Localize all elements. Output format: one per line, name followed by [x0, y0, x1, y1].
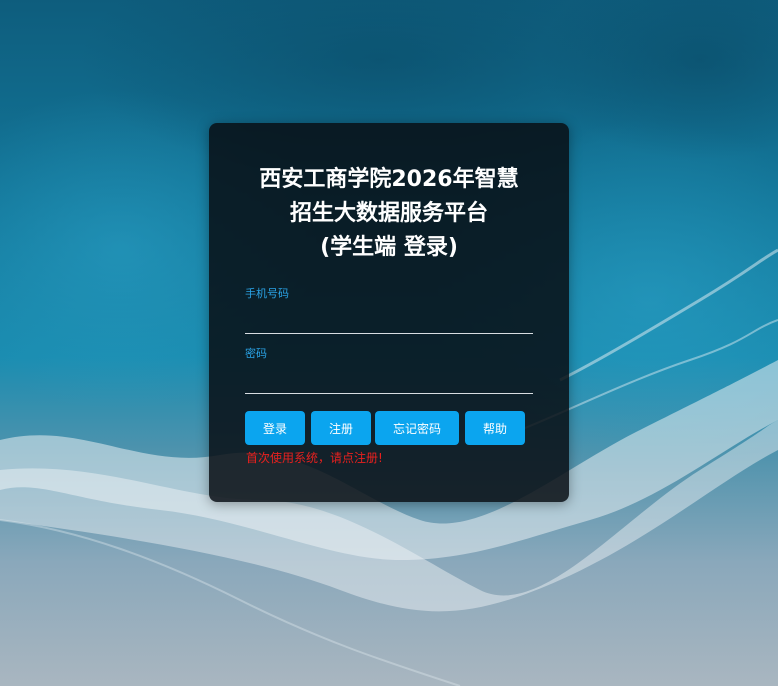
page-title: 西安工商学院2026年智慧 招生大数据服务平台 (学生端 登录)	[209, 163, 569, 265]
register-button[interactable]: 注册	[311, 411, 371, 445]
password-label: 密码	[245, 347, 267, 360]
login-button[interactable]: 登录	[245, 411, 305, 445]
forgot-password-button[interactable]: 忘记密码	[375, 411, 459, 445]
register-notice: 首次使用系统，请点注册!	[246, 451, 383, 465]
login-card: 西安工商学院2026年智慧 招生大数据服务平台 (学生端 登录) 手机号码 密码…	[209, 123, 569, 502]
title-line-3: (学生端 登录)	[320, 235, 458, 260]
title-line-2: 招生大数据服务平台	[289, 201, 488, 226]
password-field-group: 密码	[245, 347, 533, 394]
help-button[interactable]: 帮助	[465, 411, 525, 445]
phone-label: 手机号码	[245, 287, 289, 300]
password-input[interactable]	[245, 370, 533, 394]
phone-field-group: 手机号码	[245, 287, 533, 334]
phone-input[interactable]	[245, 310, 533, 334]
title-line-1: 西安工商学院2026年智慧	[259, 167, 519, 192]
